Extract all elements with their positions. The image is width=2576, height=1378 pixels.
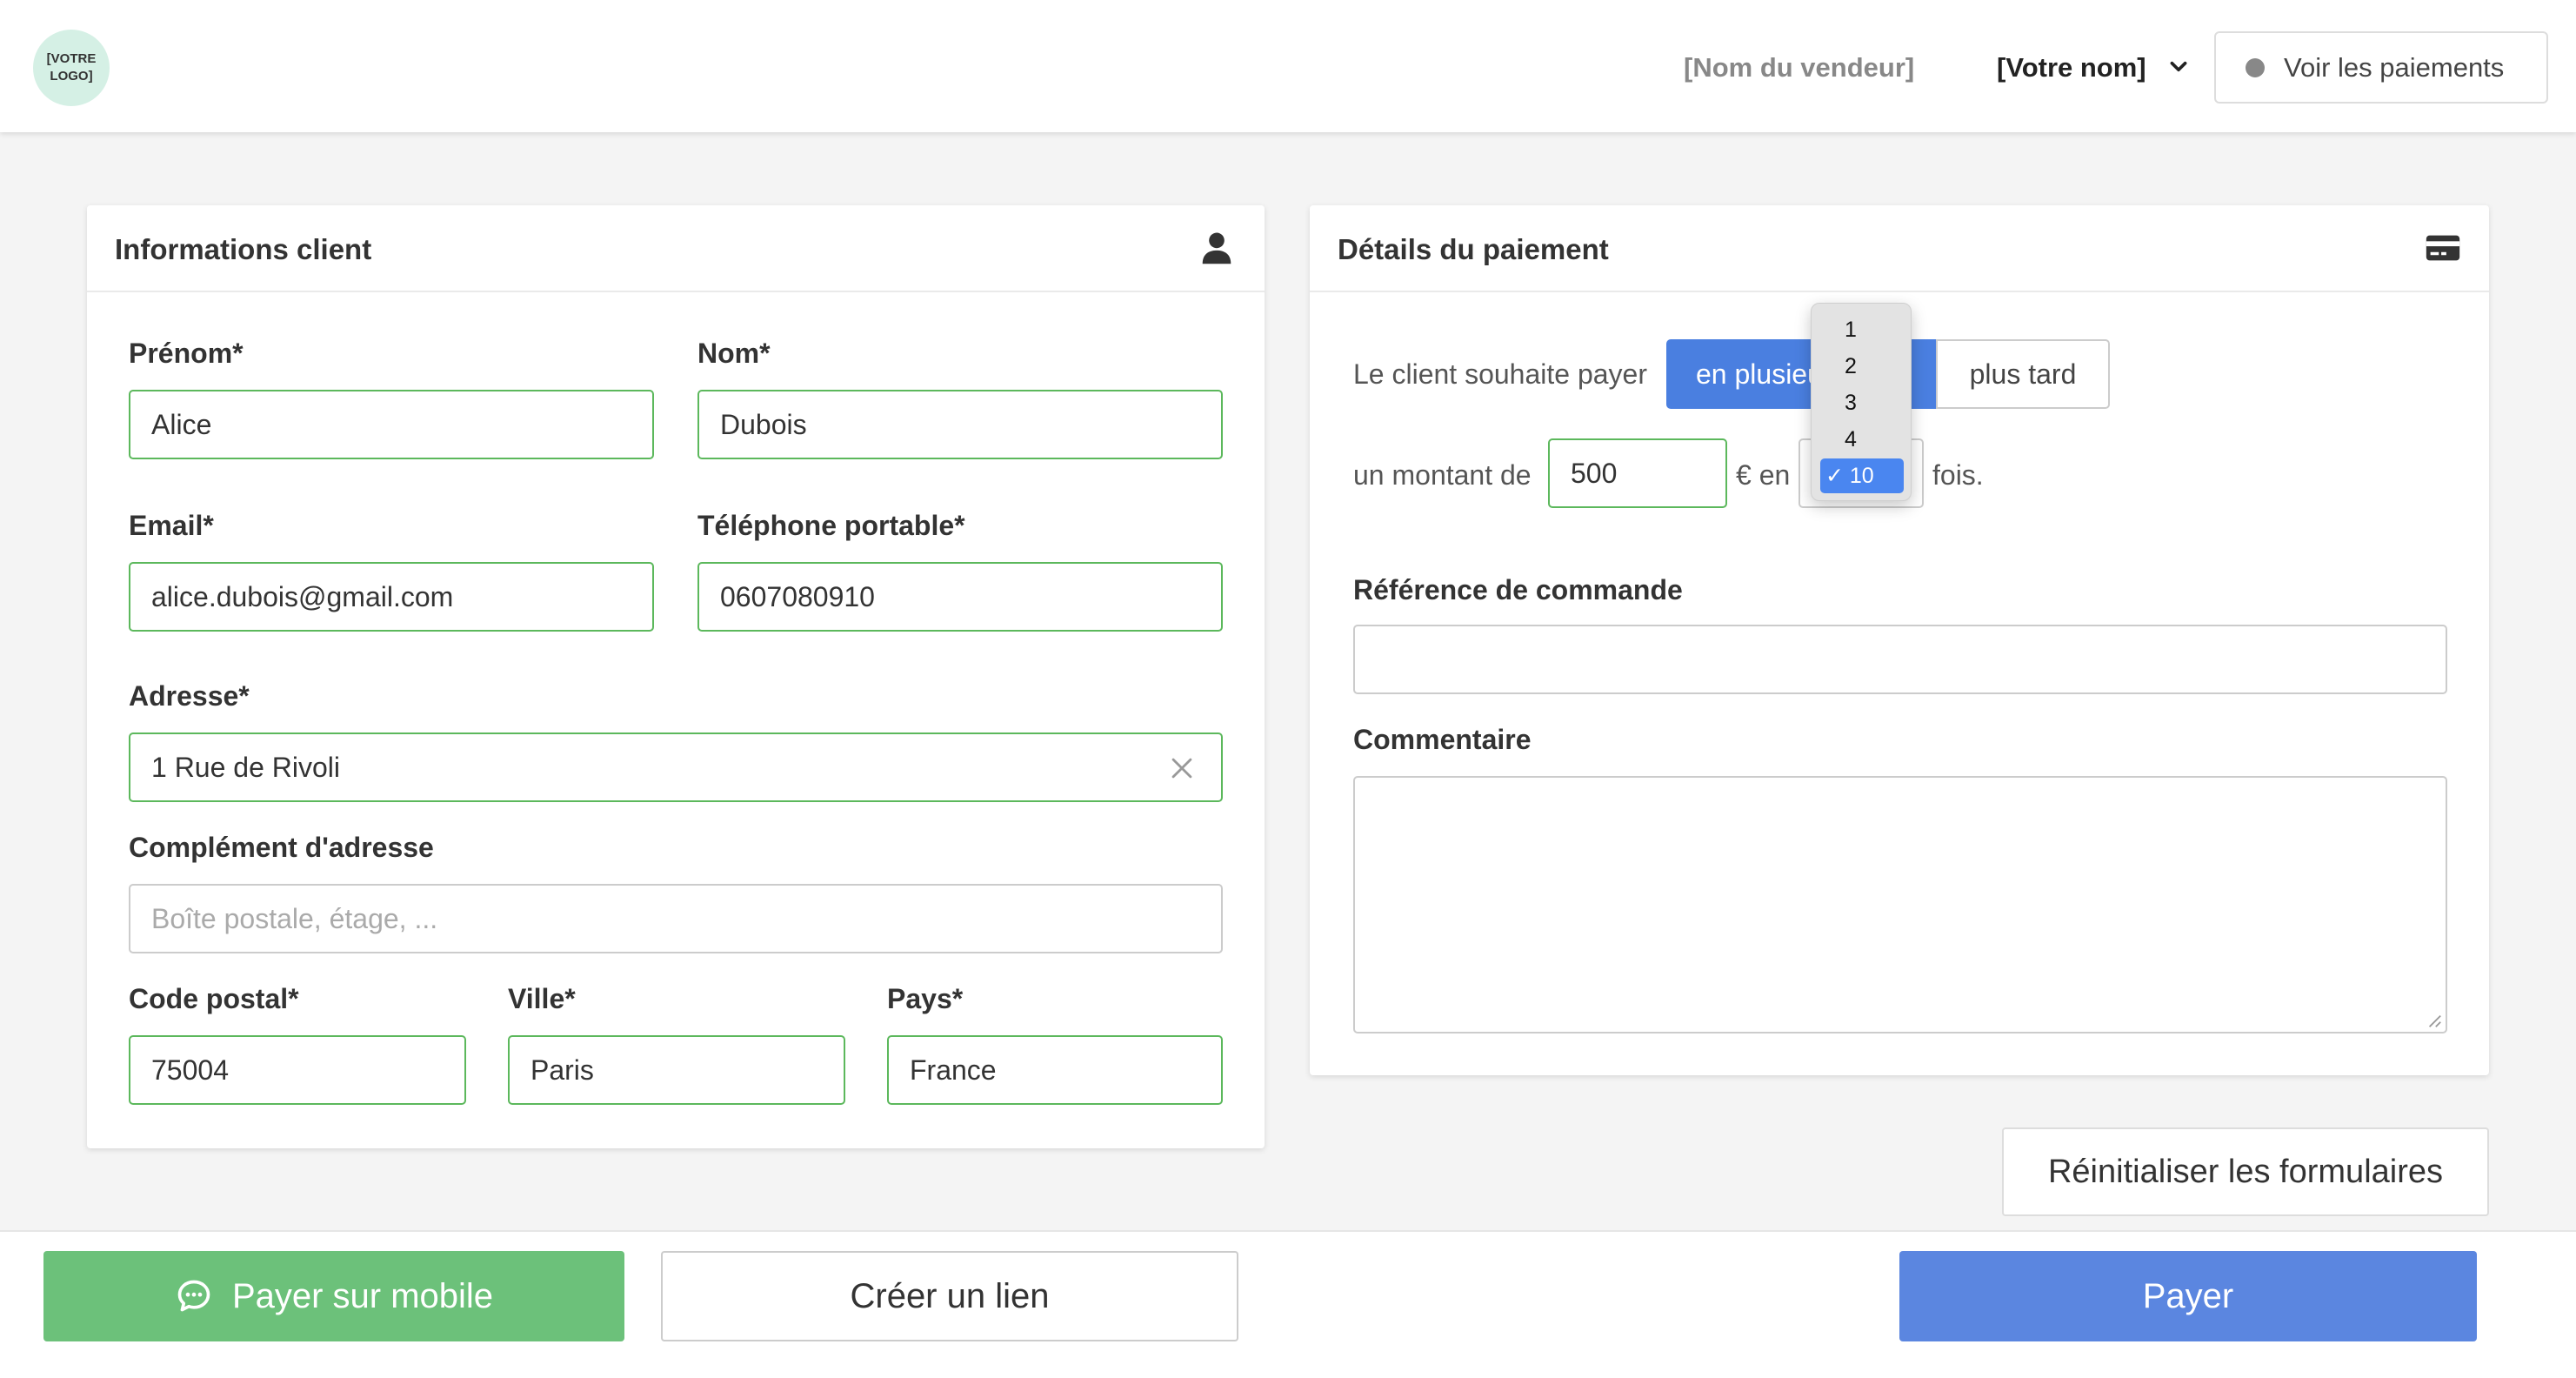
adresse-label: Adresse* (129, 680, 250, 712)
client-info-title: Informations client (115, 233, 372, 265)
vendor-name: [Nom du vendeur] (1684, 52, 1915, 83)
create-link-button[interactable]: Créer un lien (661, 1251, 1238, 1341)
telephone-label: Téléphone portable* (697, 510, 965, 541)
nom-label: Nom* (697, 338, 771, 369)
adresse-value: 1 Rue de Rivoli (151, 751, 340, 783)
amount-prefix: un montant de (1353, 459, 1532, 491)
pays-label: Pays* (887, 983, 964, 1014)
chevron-down-icon[interactable] (2167, 56, 2190, 78)
prenom-label: Prénom* (129, 338, 244, 369)
reference-input[interactable] (1353, 625, 2447, 694)
view-payments-button[interactable]: Voir les paiements (2214, 31, 2548, 104)
prenom-input[interactable]: Alice (129, 390, 654, 459)
email-field[interactable]: alice.dubois@gmail.com (129, 562, 654, 632)
resize-grip-icon[interactable] (2426, 1013, 2442, 1028)
payment-wish-text: Le client souhaite payer (1353, 358, 1647, 390)
client-info-header: Informations client (87, 205, 1265, 292)
status-dot-icon (2246, 57, 2265, 77)
user-icon (1202, 232, 1231, 264)
pays-input[interactable]: France (887, 1035, 1223, 1105)
installments-option-3[interactable]: 3 (1820, 385, 1904, 420)
installments-option-4[interactable]: 4 (1820, 422, 1904, 457)
reference-label: Référence de commande (1353, 574, 1683, 605)
installments-option-1[interactable]: 1 (1820, 312, 1904, 347)
view-payments-label: Voir les paiements (2284, 51, 2505, 83)
code-postal-input[interactable]: 75004 (129, 1035, 466, 1105)
installments-option-2[interactable]: 2 (1820, 349, 1904, 384)
user-menu[interactable]: [Votre nom] (1997, 52, 2146, 84)
ville-label: Ville* (508, 983, 576, 1014)
code-postal-label: Code postal* (129, 983, 299, 1014)
top-bar: [VOTRE LOGO] [Nom du vendeur] [Votre nom… (0, 0, 2576, 132)
telephone-input[interactable]: 0607080910 (697, 562, 1223, 632)
pay-mobile-button[interactable]: Payer sur mobile (43, 1251, 624, 1341)
nom-input[interactable]: Dubois (697, 390, 1223, 459)
complement-input[interactable]: Boîte postale, étage, ... (129, 884, 1223, 953)
pay-button[interactable]: Payer (1899, 1251, 2477, 1341)
chat-bubble-icon (177, 1280, 210, 1312)
adresse-input[interactable]: 1 Rue de Rivoli (129, 732, 1223, 802)
payment-details-title: Détails du paiement (1338, 233, 1609, 265)
installments-option-10[interactable]: ✓ 10 (1820, 458, 1904, 493)
payment-details-header: Détails du paiement (1310, 205, 2489, 292)
company-logo: [VOTRE LOGO] (33, 30, 110, 106)
pay-mobile-label: Payer sur mobile (231, 1276, 494, 1315)
mode-later-button[interactable]: plus tard (1936, 339, 2110, 409)
installments-dropdown: 1 2 3 4 ✓ 10 (1811, 303, 1912, 501)
amount-suffix: € en (1736, 459, 1791, 491)
ville-input[interactable]: Paris (508, 1035, 845, 1105)
credit-card-icon (2426, 235, 2460, 261)
email-label: Email* (129, 510, 214, 541)
complement-label: Complément d'adresse (129, 832, 434, 863)
installments-suffix: fois. (1932, 459, 1984, 491)
clear-icon[interactable] (1167, 753, 1197, 783)
reset-forms-button[interactable]: Réinitialiser les formulaires (2002, 1127, 2489, 1216)
comment-textarea[interactable] (1353, 776, 2447, 1034)
comment-label: Commentaire (1353, 724, 1532, 755)
amount-input[interactable]: 500 (1548, 438, 1727, 508)
